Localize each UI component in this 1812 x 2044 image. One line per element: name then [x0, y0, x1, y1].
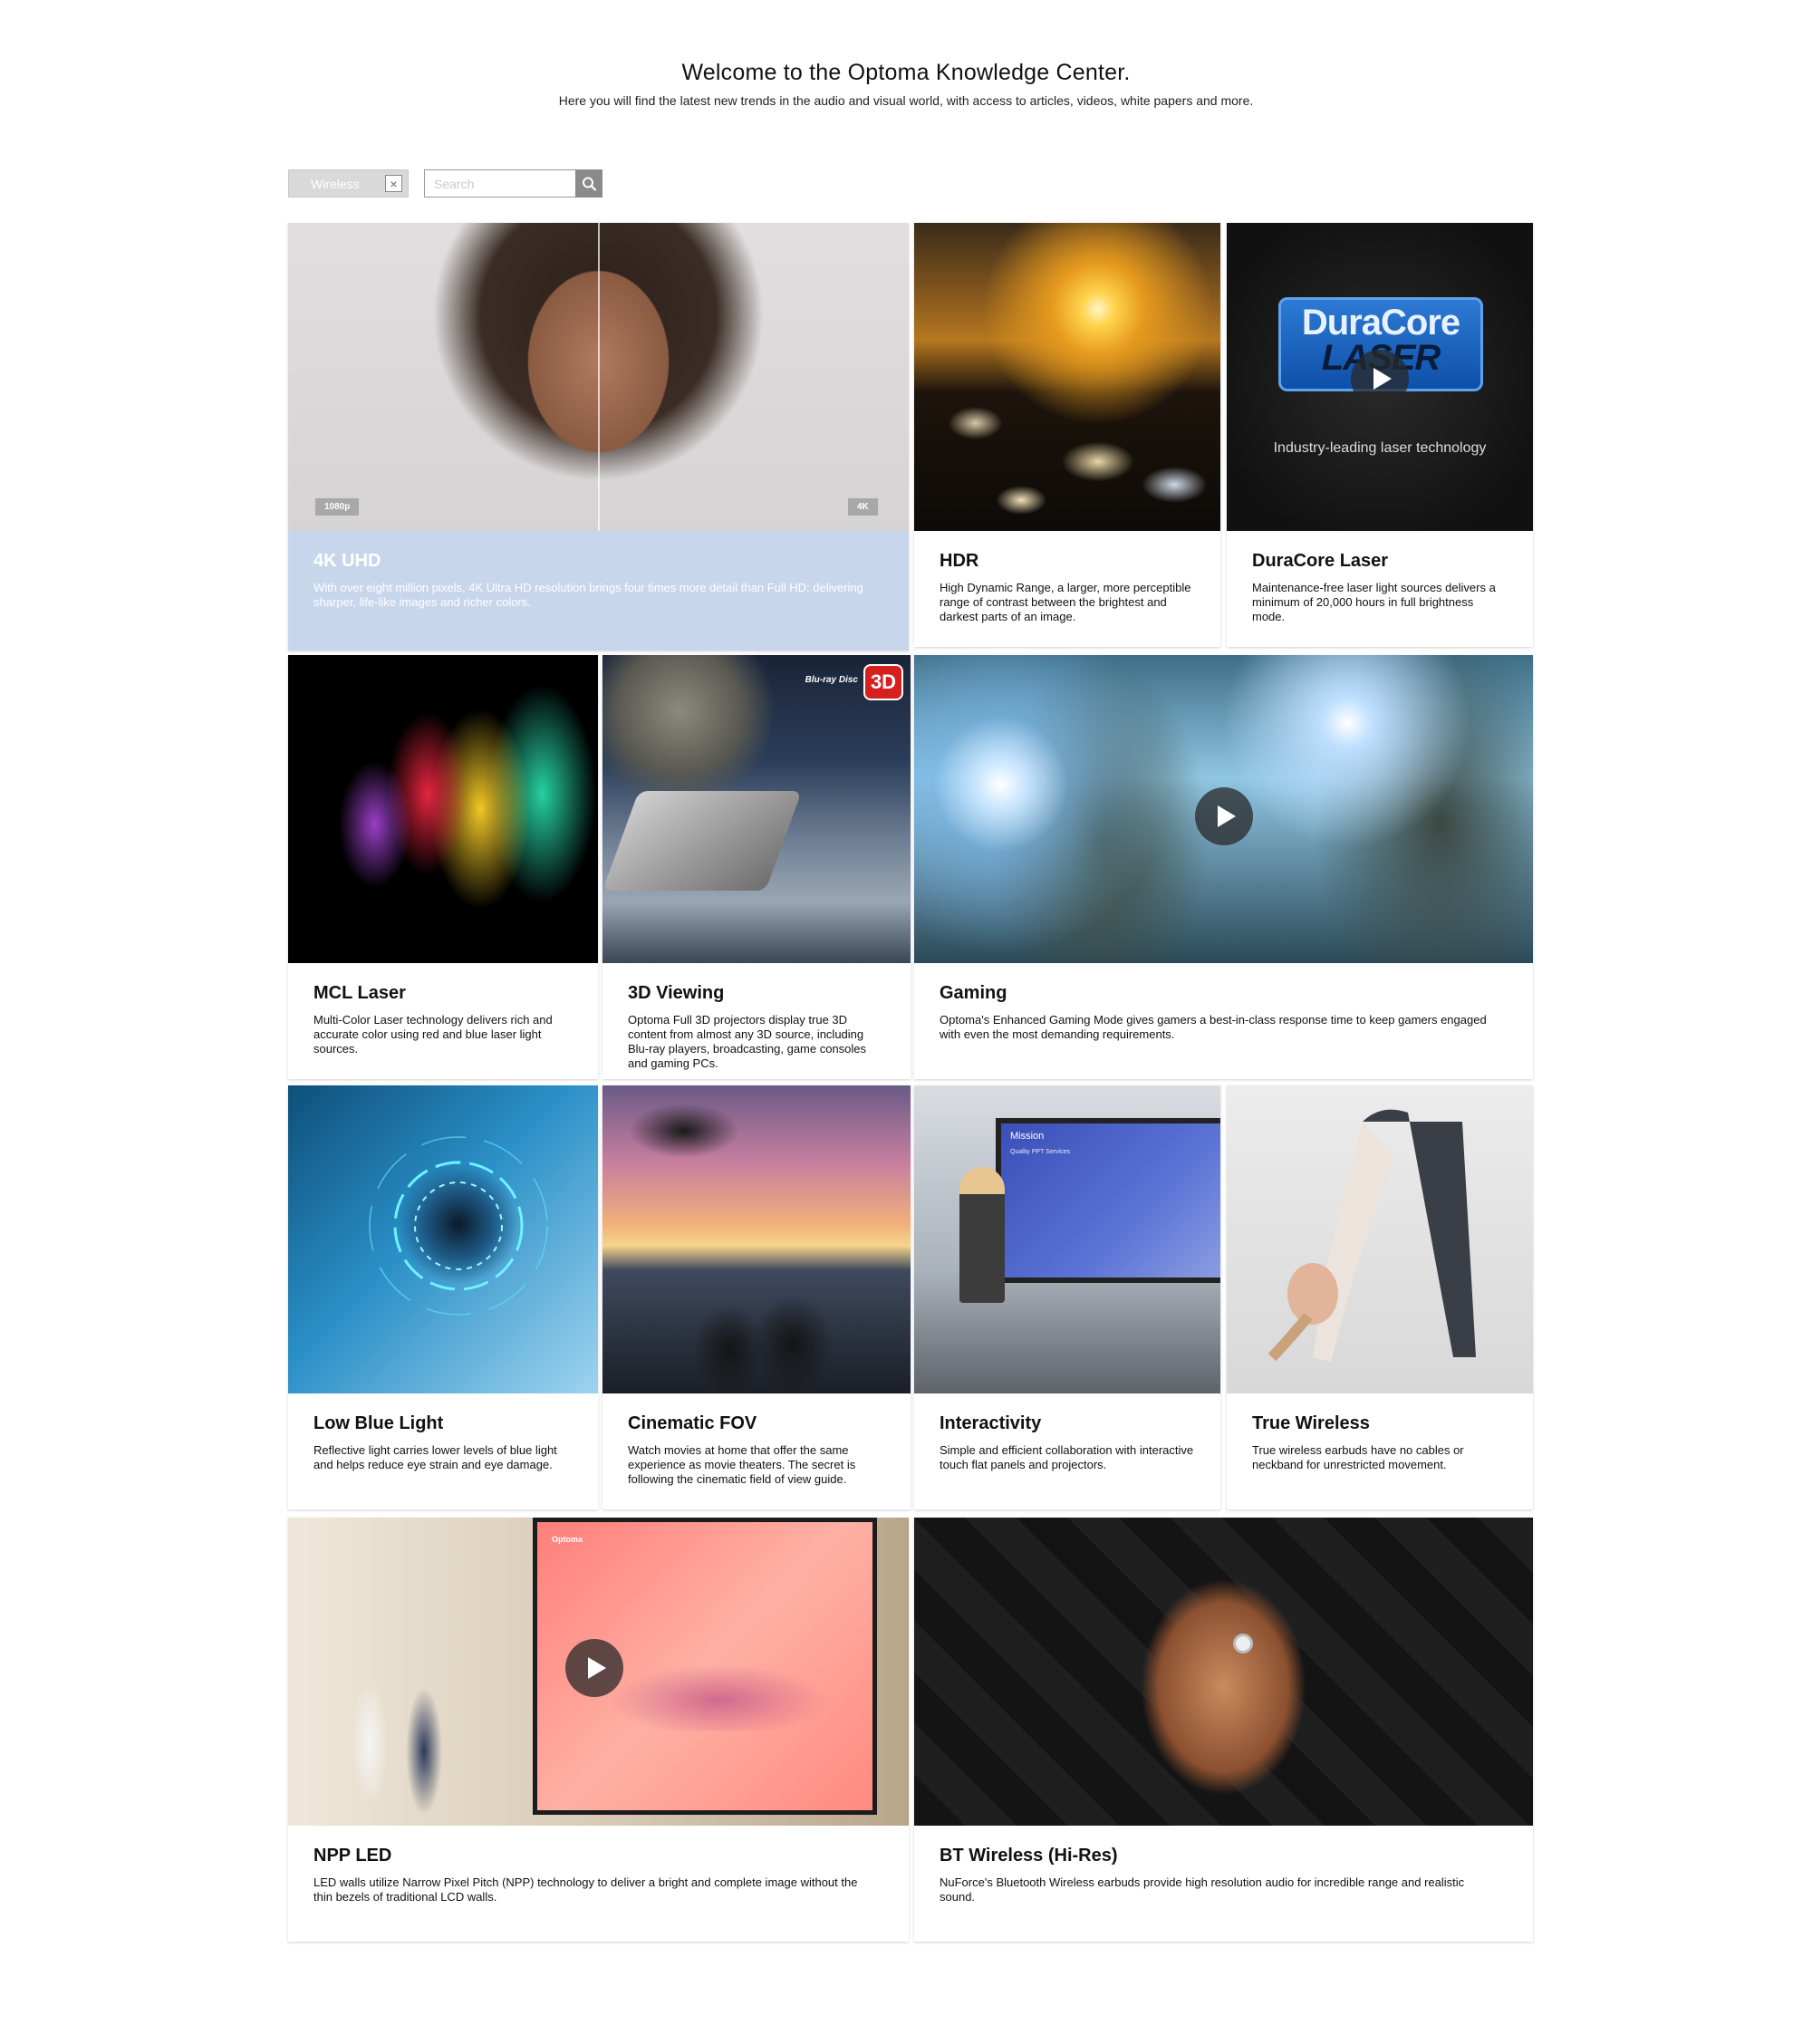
card-title: 4K UHD — [313, 551, 381, 571]
card-image — [914, 655, 1533, 963]
card-body: DuraCore Laser Maintenance-free laser li… — [1227, 531, 1533, 647]
logo-3d-badge: 3D — [863, 664, 903, 700]
badge-4k: 4K — [848, 498, 878, 516]
page-subtitle: Here you will find the latest new trends… — [558, 93, 1254, 108]
card-duracore-laser[interactable]: DuraCore LASER Industry-leading laser te… — [1227, 223, 1533, 647]
bluray-logo: Blu-ray Disc — [805, 675, 858, 685]
close-icon[interactable]: × — [385, 175, 402, 192]
page-header: Welcome to the Optoma Knowledge Center. … — [0, 60, 1812, 108]
search-input[interactable] — [424, 169, 575, 198]
card-npp-led[interactable]: Optoma NPP LED LED walls utilize Narrow … — [288, 1518, 909, 1942]
card-body: HDR High Dynamic Range, a larger, more p… — [914, 531, 1220, 647]
card-image — [602, 1085, 911, 1393]
split-divider — [598, 223, 600, 531]
card-description: Optoma Full 3D projectors display true 3… — [628, 1013, 867, 1070]
card-description: Reflective light carries lower levels of… — [313, 1443, 557, 1471]
card-image: DuraCore LASER Industry-leading laser te… — [1227, 223, 1533, 531]
card-title: DuraCore Laser — [1252, 551, 1389, 571]
card-title: Gaming — [940, 983, 1007, 1003]
card-description: Simple and efficient collaboration with … — [940, 1443, 1194, 1471]
play-icon[interactable] — [1351, 350, 1409, 408]
card-cinematic-fov[interactable]: Cinematic FOV Watch movies at home that … — [602, 1085, 911, 1509]
card-description: LED walls utilize Narrow Pixel Pitch (NP… — [313, 1875, 858, 1904]
eye-scan-ring — [369, 1136, 548, 1316]
card-image — [914, 1518, 1533, 1826]
badge-1080p: 1080p — [315, 498, 360, 516]
card-image: Mission Quality PPT Services — [914, 1085, 1220, 1393]
presenter — [959, 1167, 1005, 1303]
search-box — [424, 169, 602, 198]
viewers-silhouette — [666, 1285, 847, 1393]
filter-tag-wireless[interactable]: Wireless × — [288, 169, 409, 198]
card-title: NPP LED — [313, 1846, 392, 1866]
card-4k-uhd[interactable]: 1080p 4K 4K UHD With over eight million … — [288, 223, 909, 651]
earbud — [1233, 1634, 1253, 1654]
card-image — [288, 655, 598, 963]
filter-tag-label: Wireless — [311, 176, 360, 191]
card-gaming[interactable]: Gaming Optoma's Enhanced Gaming Mode giv… — [914, 655, 1533, 1079]
card-image: Optoma — [288, 1518, 909, 1826]
card-image — [1227, 1085, 1533, 1393]
card-body: Gaming Optoma's Enhanced Gaming Mode giv… — [914, 963, 1533, 1079]
card-true-wireless[interactable]: True Wireless True wireless earbuds have… — [1227, 1085, 1533, 1509]
card-body: MCL Laser Multi-Color Laser technology d… — [288, 963, 598, 1079]
search-icon — [583, 177, 597, 191]
pink-sculpture — [610, 1631, 827, 1731]
mannequins — [315, 1654, 496, 1817]
card-body: Cinematic FOV Watch movies at home that … — [602, 1393, 911, 1509]
card-description: High Dynamic Range, a larger, more perce… — [940, 581, 1191, 623]
card-description: Maintenance-free laser light sources del… — [1252, 581, 1496, 623]
card-body: 4K UHD With over eight million pixels, 4… — [288, 531, 909, 651]
card-title: 3D Viewing — [628, 983, 725, 1003]
card-title: HDR — [940, 551, 979, 571]
card-3d-viewing[interactable]: Blu-ray Disc 3D 3D Viewing Optoma Full 3… — [602, 655, 911, 1079]
card-description: With over eight million pixels, 4K Ultra… — [313, 581, 863, 609]
screen-subtitle: Quality PPT Services — [1010, 1149, 1071, 1155]
card-mcl-laser[interactable]: MCL Laser Multi-Color Laser technology d… — [288, 655, 598, 1079]
card-title: Interactivity — [940, 1413, 1042, 1433]
logo-caption: Industry-leading laser technology — [1273, 440, 1487, 456]
led-wall-logo: Optoma — [552, 1535, 583, 1544]
card-body: NPP LED LED walls utilize Narrow Pixel P… — [288, 1826, 909, 1942]
play-icon[interactable] — [565, 1639, 623, 1697]
card-title: Cinematic FOV — [628, 1413, 757, 1433]
card-bt-wireless[interactable]: BT Wireless (Hi-Res) NuForce's Bluetooth… — [914, 1518, 1533, 1942]
card-body: Low Blue Light Reflective light carries … — [288, 1393, 598, 1509]
card-interactivity[interactable]: Mission Quality PPT Services Interactivi… — [914, 1085, 1220, 1509]
card-title: BT Wireless (Hi-Res) — [940, 1846, 1118, 1866]
card-image — [914, 223, 1220, 531]
filter-bar: Wireless × — [288, 169, 602, 198]
card-image: Blu-ray Disc 3D — [602, 655, 911, 963]
card-description: Watch movies at home that offer the same… — [628, 1443, 856, 1486]
card-description: NuForce's Bluetooth Wireless earbuds pro… — [940, 1875, 1465, 1904]
card-description: Multi-Color Laser technology delivers ri… — [313, 1013, 553, 1056]
card-image: 1080p 4K — [288, 223, 909, 531]
card-title: Low Blue Light — [313, 1413, 444, 1433]
flat-panel-display: Mission Quality PPT Services — [996, 1118, 1220, 1283]
screen-title: Mission — [1010, 1131, 1045, 1142]
card-description: Optoma's Enhanced Gaming Mode gives game… — [940, 1013, 1487, 1041]
card-low-blue-light[interactable]: Low Blue Light Reflective light carries … — [288, 1085, 598, 1509]
page-title: Welcome to the Optoma Knowledge Center. — [681, 60, 1131, 85]
card-body: Interactivity Simple and efficient colla… — [914, 1393, 1220, 1509]
ice-rocks — [914, 377, 1220, 531]
spaceship — [602, 791, 803, 891]
card-hdr[interactable]: HDR High Dynamic Range, a larger, more p… — [914, 223, 1220, 647]
card-image — [288, 1085, 598, 1393]
card-description: True wireless earbuds have no cables or … — [1252, 1443, 1464, 1471]
yoga-figure — [1267, 1109, 1476, 1362]
card-title: True Wireless — [1252, 1413, 1370, 1433]
card-body: True Wireless True wireless earbuds have… — [1227, 1393, 1533, 1509]
play-icon[interactable] — [1195, 787, 1253, 845]
palm-silhouette — [630, 1104, 738, 1239]
card-title: MCL Laser — [313, 983, 406, 1003]
card-body: BT Wireless (Hi-Res) NuForce's Bluetooth… — [914, 1826, 1533, 1942]
search-button[interactable] — [575, 169, 602, 198]
card-body: 3D Viewing Optoma Full 3D projectors dis… — [602, 963, 911, 1079]
